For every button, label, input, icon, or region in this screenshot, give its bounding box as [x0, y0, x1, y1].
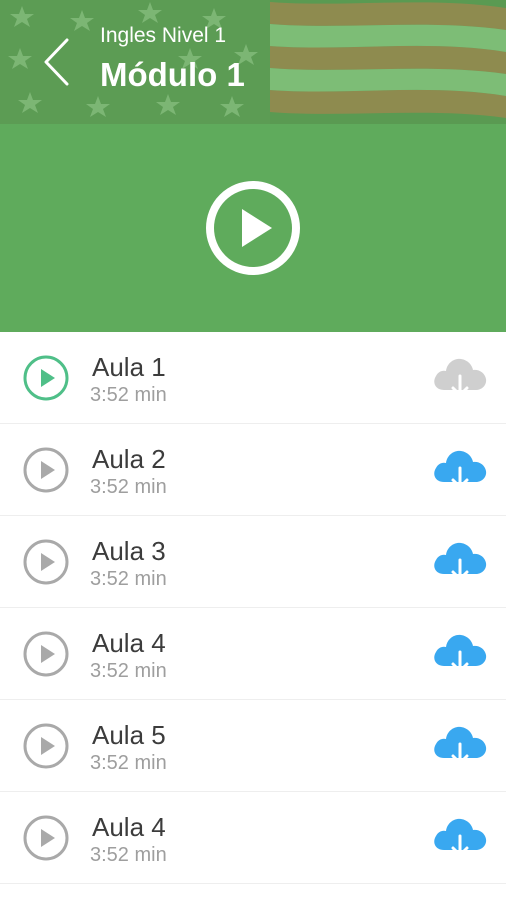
cloud-download-icon[interactable] — [430, 354, 490, 402]
cloud-download-icon[interactable] — [430, 446, 490, 494]
cloud-download-icon[interactable] — [430, 630, 490, 678]
lesson-row[interactable]: Aula 4 3:52 min — [0, 608, 506, 700]
chevron-left-icon — [44, 38, 69, 86]
lesson-row[interactable]: Aula 5 3:52 min — [0, 700, 506, 792]
lesson-duration: 3:52 min — [90, 568, 167, 590]
lesson-list: Aula 1 3:52 min Aula 2 3:52 min Aula 3 3… — [0, 332, 506, 884]
play-icon[interactable] — [22, 446, 70, 494]
lesson-duration: 3:52 min — [90, 752, 167, 774]
cloud-download-icon[interactable] — [430, 722, 490, 770]
lesson-title: Aula 3 — [92, 536, 166, 566]
play-icon[interactable] — [22, 630, 70, 678]
play-icon[interactable] — [22, 538, 70, 586]
lesson-duration: 3:52 min — [90, 844, 167, 866]
play-icon[interactable] — [22, 354, 70, 402]
lesson-row[interactable]: Aula 3 3:52 min — [0, 516, 506, 608]
header-subtitle: Ingles Nivel 1 — [100, 24, 227, 47]
cloud-download-icon[interactable] — [430, 538, 490, 586]
lesson-row[interactable]: Aula 2 3:52 min — [0, 424, 506, 516]
header: Ingles Nivel 1 Módulo 1 — [0, 0, 506, 124]
lesson-row[interactable]: Aula 1 3:52 min — [0, 332, 506, 424]
lesson-row[interactable]: Aula 4 3:52 min — [0, 792, 506, 884]
page-title: Módulo 1 — [100, 56, 245, 93]
video-player[interactable] — [0, 124, 506, 332]
play-icon[interactable] — [22, 814, 70, 862]
lesson-title: Aula 2 — [92, 444, 166, 474]
lesson-duration: 3:52 min — [90, 384, 167, 406]
back-button[interactable] — [36, 32, 76, 92]
lesson-duration: 3:52 min — [90, 660, 167, 682]
cloud-download-icon[interactable] — [430, 814, 490, 862]
play-circle-icon[interactable] — [204, 179, 302, 277]
lesson-title: Aula 4 — [92, 628, 166, 658]
lesson-title: Aula 1 — [92, 352, 166, 382]
lesson-duration: 3:52 min — [90, 476, 167, 498]
lesson-title: Aula 4 — [92, 812, 166, 842]
play-icon[interactable] — [22, 722, 70, 770]
lesson-title: Aula 5 — [92, 720, 166, 750]
